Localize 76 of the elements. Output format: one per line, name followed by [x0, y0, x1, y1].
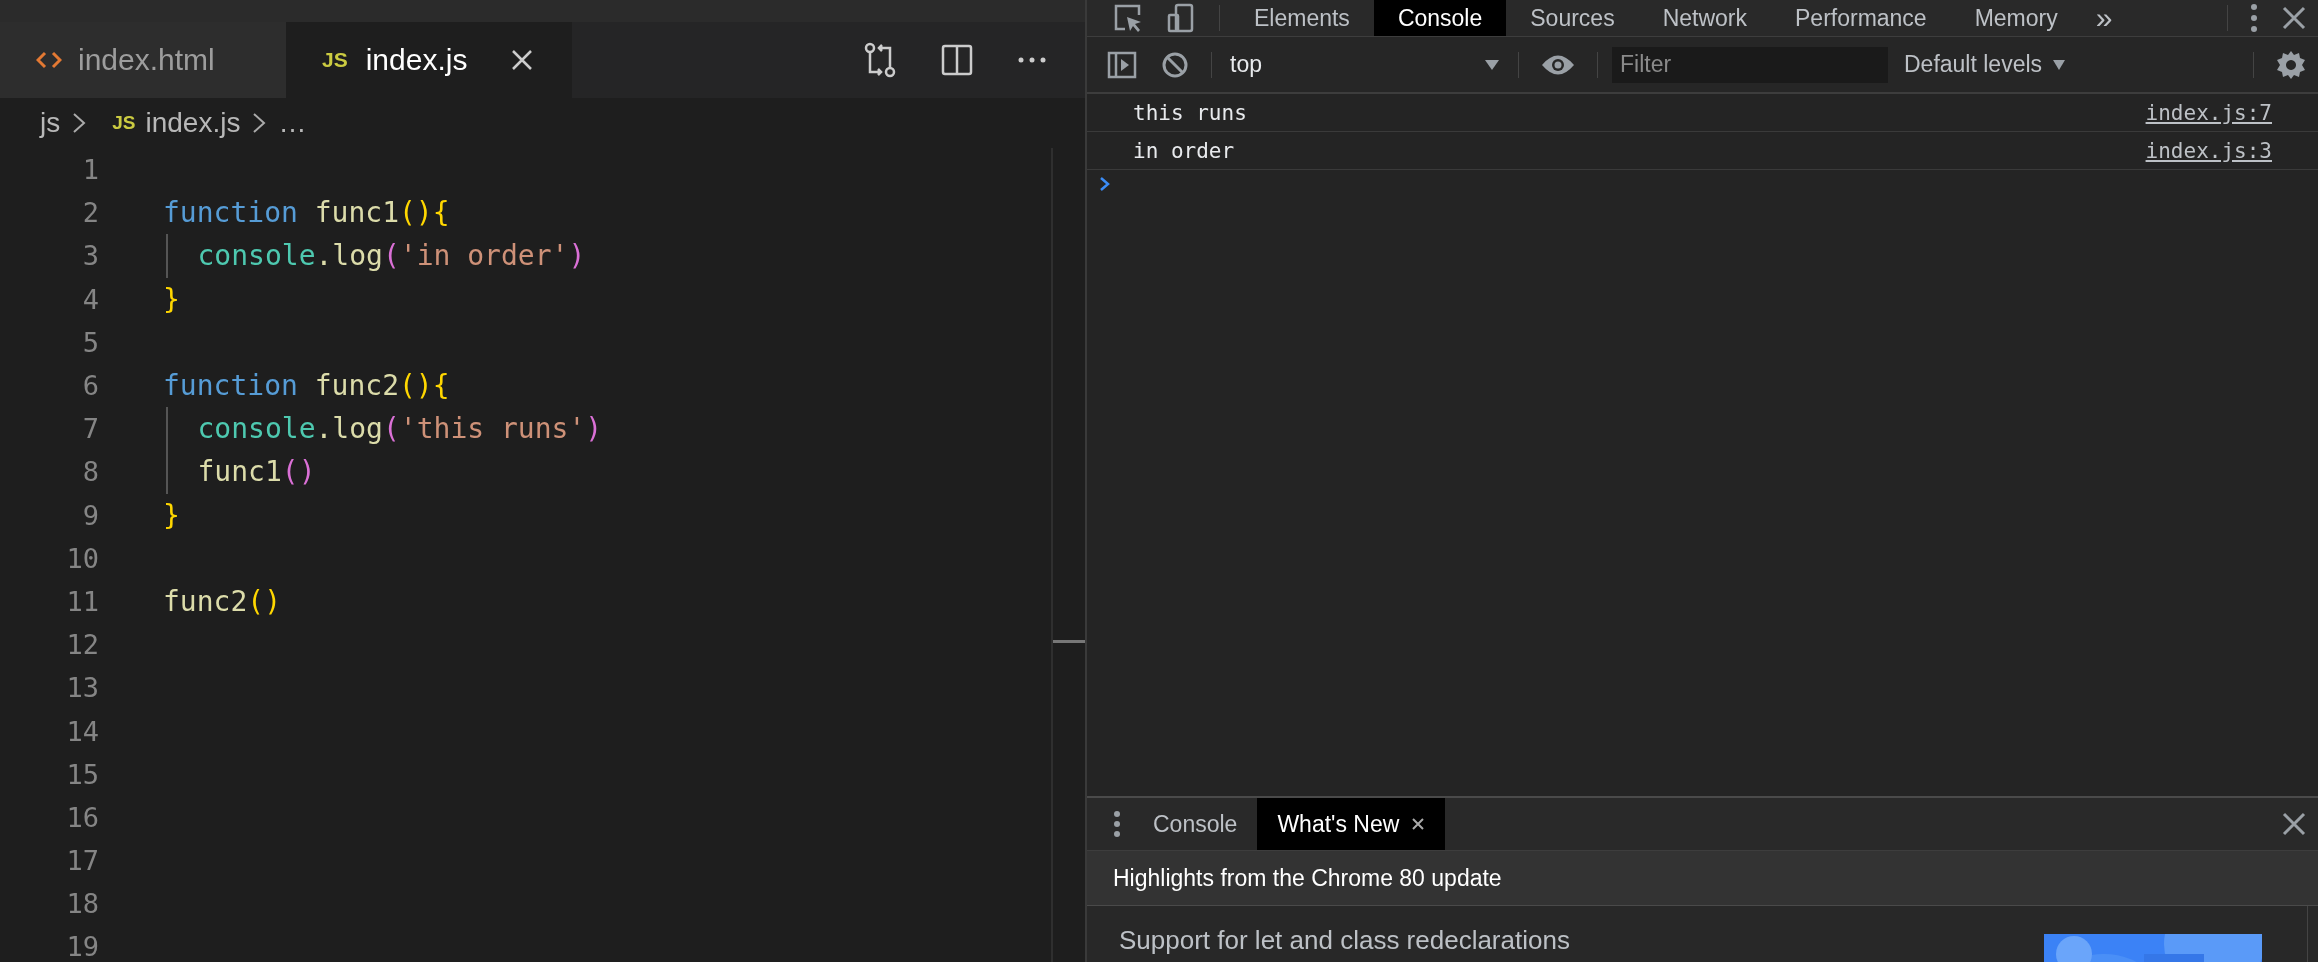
line-number: 15: [65, 758, 99, 790]
devtools-tab[interactable]: Elements: [1230, 0, 1374, 36]
devtools-tab[interactable]: Memory: [1950, 0, 2082, 36]
caret-icon: [1484, 58, 1500, 71]
log-levels-dropdown[interactable]: Default levels: [1904, 51, 2067, 78]
line-number: 7: [81, 413, 99, 445]
line-number: 4: [81, 283, 99, 315]
compare-changes-icon[interactable]: [863, 42, 897, 78]
breadcrumb-item[interactable]: js: [40, 107, 61, 139]
line-number: 8: [81, 456, 99, 488]
clear-console-icon[interactable]: [1161, 50, 1189, 79]
line-number: 3: [81, 240, 99, 272]
scroll-marker: [1053, 640, 1085, 643]
sidebar-toggle-icon[interactable]: [1107, 50, 1137, 79]
console-message: in order: [1133, 138, 1235, 163]
line-number: 18: [65, 888, 99, 920]
drawer-header: Highlights from the Chrome 80 update: [1113, 864, 1502, 892]
code-brackets-icon: [36, 49, 62, 71]
code-line: console.log('this runs'): [197, 412, 603, 446]
settings-icon[interactable]: [2276, 49, 2306, 80]
code-line: func2(): [163, 584, 281, 618]
source-link[interactable]: index.js:7: [2145, 100, 2272, 125]
devtools-tab[interactable]: Network: [1638, 0, 1771, 36]
line-number: 5: [81, 326, 99, 358]
eye-icon[interactable]: [1541, 53, 1575, 76]
tab-label: index.js: [365, 43, 468, 77]
close-icon[interactable]: [2282, 812, 2306, 836]
line-number: 14: [65, 715, 99, 747]
line-number: 13: [65, 672, 99, 704]
line-number: 6: [81, 370, 99, 402]
chevron-icon: [72, 112, 87, 134]
devtools-tab[interactable]: Console: [1373, 0, 1507, 36]
more-tabs-button[interactable]: »: [2081, 1, 2127, 35]
breadcrumb-item[interactable]: index.js: [145, 107, 241, 139]
indent-guide: [166, 234, 168, 278]
line-number: 1: [81, 154, 99, 186]
tab-label: index.html: [78, 43, 215, 77]
editor-tab[interactable]: JS index.js: [286, 22, 572, 98]
feature-title[interactable]: Support for let and class redeclarations: [1119, 926, 1570, 956]
split-editor-icon[interactable]: [941, 44, 973, 76]
devtools-tab[interactable]: Sources: [1506, 0, 1639, 36]
more-icon[interactable]: [1017, 56, 1047, 64]
filter-field[interactable]: Filter: [1612, 46, 1888, 83]
file-type-label: JS: [112, 112, 136, 134]
code-line: function func1(){: [163, 196, 450, 230]
code-line: function func2(){: [163, 369, 450, 403]
file-type-label: JS: [322, 48, 348, 72]
close-icon[interactable]: [1411, 817, 1426, 831]
drawer-tab[interactable]: What's New: [1257, 798, 1446, 850]
source-link[interactable]: index.js:3: [2145, 138, 2272, 163]
line-number: 12: [65, 629, 99, 661]
editor-tab[interactable]: index.html: [0, 22, 286, 98]
devtools-tab[interactable]: Performance: [1771, 0, 1951, 36]
drawer-tab[interactable]: Console: [1133, 798, 1258, 850]
line-number: 2: [81, 197, 99, 229]
close-icon[interactable]: [511, 49, 534, 71]
line-number: 10: [65, 542, 99, 574]
drawer-menu-icon[interactable]: [1113, 811, 1121, 837]
close-icon[interactable]: [2282, 6, 2306, 30]
breadcrumb-item[interactable]: …: [278, 107, 307, 139]
line-number: 16: [65, 801, 99, 833]
line-number: 9: [81, 499, 99, 531]
line-number: 19: [65, 931, 99, 962]
console-message: this runs: [1133, 100, 1247, 125]
chevron-icon: [252, 112, 267, 134]
prompt-chevron-icon: [1099, 176, 1111, 192]
line-number: 11: [65, 585, 99, 617]
code-line: func1(): [197, 455, 316, 489]
caret-icon: [2052, 58, 2067, 71]
line-number: 17: [65, 845, 99, 877]
code-line: }: [163, 498, 180, 532]
inspect-icon[interactable]: [1113, 3, 1143, 33]
kebab-menu-icon[interactable]: [2250, 3, 2258, 33]
context-select[interactable]: top: [1222, 51, 1508, 78]
code-line: }: [163, 282, 180, 316]
code-line: console.log('in order'): [197, 239, 586, 273]
